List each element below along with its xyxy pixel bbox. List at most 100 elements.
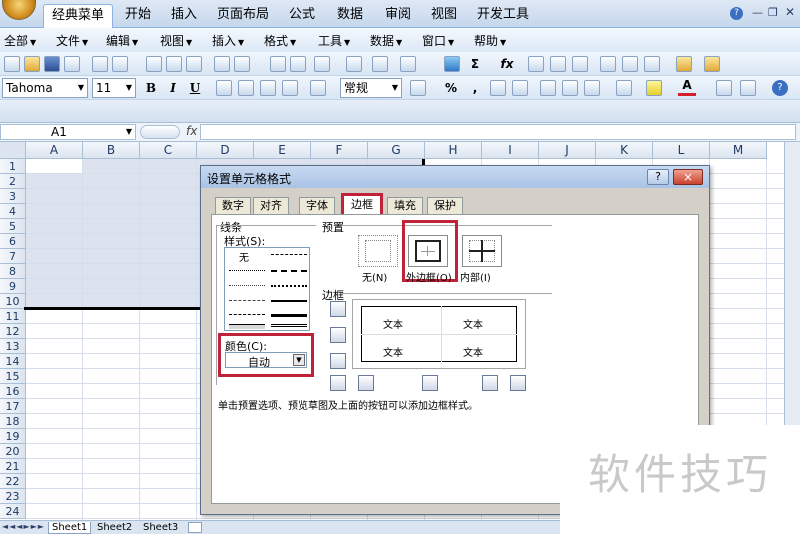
preset-inside-button[interactable] [462,235,502,267]
office-button-icon[interactable] [2,0,36,20]
minimize-icon[interactable]: — [752,6,763,19]
border-bottom-button[interactable] [330,353,346,369]
row-header[interactable]: 3 [0,189,26,204]
row-header[interactable]: 11 [0,309,26,324]
row-header[interactable]: 23 [0,489,26,504]
column-header[interactable]: B [83,142,140,159]
menu-data[interactable]: 数据 ▼ [370,32,402,49]
justify-icon[interactable] [282,80,298,96]
tab-protection[interactable]: 保护 [427,197,463,215]
dialog-close-button[interactable]: × [673,169,703,185]
row-header[interactable]: 6 [0,234,26,249]
close-icon[interactable]: ✕ [785,5,795,19]
font-color-icon[interactable]: A [678,78,696,96]
email-icon[interactable] [92,56,108,72]
line-style-option[interactable] [271,314,307,317]
row-header[interactable]: 18 [0,414,26,429]
increase-indent-icon[interactable] [562,80,578,96]
sheet-tab-3[interactable]: Sheet3 [140,522,181,534]
filter-icon[interactable] [572,56,588,72]
number-format-select[interactable]: 常规 ▼ [340,78,402,98]
menu-all[interactable]: 全部 ▼ [4,32,36,49]
tab-home[interactable]: 开始 [118,4,158,28]
wrap-text-icon[interactable] [584,80,600,96]
tab-font[interactable]: 字体 [299,197,335,215]
autosum-icon[interactable]: Σ [466,55,484,73]
row-header[interactable]: 9 [0,279,26,294]
help-toolbar-icon[interactable]: ? [772,80,788,96]
line-style-option[interactable] [229,285,265,286]
line-style-list[interactable]: 无 [224,247,310,331]
sort-descending-icon[interactable] [550,56,566,72]
menu-view[interactable]: 视图 ▼ [160,32,192,49]
row-header[interactable]: 1 [0,159,26,174]
row-header[interactable]: 17 [0,399,26,414]
column-header[interactable]: L [653,142,710,159]
row-header[interactable]: 16 [0,384,26,399]
row-header[interactable]: 4 [0,204,26,219]
row-header[interactable]: 8 [0,264,26,279]
insert-function-icon[interactable]: fx [498,55,516,73]
line-style-option[interactable] [271,300,307,302]
tab-alignment[interactable]: 对齐 [253,197,289,215]
column-header[interactable]: E [254,142,311,159]
line-style-option[interactable] [271,324,307,327]
row-header[interactable]: 10 [0,294,26,309]
select-all-corner[interactable] [0,142,26,159]
row-header[interactable]: 24 [0,504,26,519]
font-name-select[interactable]: Tahoma ▼ [2,78,88,98]
chart-icon[interactable] [600,56,616,72]
line-style-selected[interactable] [229,324,265,329]
row-header[interactable]: 19 [0,429,26,444]
column-header[interactable]: A [26,142,83,159]
drawing-icon[interactable] [622,56,638,72]
preset-outline-button[interactable] [408,235,448,267]
insert-function-icon[interactable]: fx [186,124,197,138]
sheet-tab-2[interactable]: Sheet2 [94,522,135,534]
line-style-option[interactable] [229,314,265,315]
tab-number[interactable]: 数字 [215,197,251,215]
column-header[interactable]: D [197,142,254,159]
border-preview[interactable]: 文本 文本 文本 文本 [352,299,526,369]
save-icon[interactable] [44,56,60,72]
permission-icon[interactable] [64,56,80,72]
cut-icon[interactable] [270,56,286,72]
tab-formulas[interactable]: 公式 [282,4,322,28]
spelling-icon[interactable] [166,56,182,72]
dialog-help-button[interactable]: ? [647,169,669,185]
tab-review[interactable]: 审阅 [378,4,418,28]
increase-decimal-icon[interactable] [490,80,506,96]
row-header[interactable]: 5 [0,219,26,234]
print-icon[interactable] [112,56,128,72]
line-style-option[interactable] [229,270,265,271]
zoom-icon[interactable] [644,56,660,72]
copy-icon[interactable] [290,56,306,72]
menu-tools[interactable]: 工具 ▼ [318,32,350,49]
menu-file[interactable]: 文件 ▼ [56,32,88,49]
active-cell-a1[interactable] [26,159,83,174]
row-header[interactable]: 20 [0,444,26,459]
sort-ascending-icon[interactable] [528,56,544,72]
borders-icon[interactable] [616,80,632,96]
row-header[interactable]: 12 [0,324,26,339]
styles-icon[interactable] [716,80,732,96]
column-header[interactable]: F [311,142,368,159]
border-right-button[interactable] [482,375,498,391]
align-left-icon[interactable] [216,80,232,96]
row-header[interactable]: 13 [0,339,26,354]
sheet-nav-icon[interactable]: ◄◄◄►►► [2,522,45,531]
tab-data[interactable]: 数据 [330,4,370,28]
border-diagonal-up-button[interactable] [330,375,346,391]
name-box[interactable]: A1 ▼ [0,124,136,140]
border-left-button[interactable] [358,375,374,391]
translate-icon[interactable] [234,56,250,72]
undo-icon[interactable] [372,56,388,72]
formula-input[interactable] [200,124,796,140]
tab-fill[interactable]: 填充 [387,197,423,215]
row-header[interactable]: 15 [0,369,26,384]
row-header[interactable]: 22 [0,474,26,489]
line-style-option[interactable] [229,300,265,301]
redo-icon[interactable] [400,56,416,72]
column-header[interactable]: M [710,142,767,159]
menu-edit[interactable]: 编辑 ▼ [106,32,138,49]
